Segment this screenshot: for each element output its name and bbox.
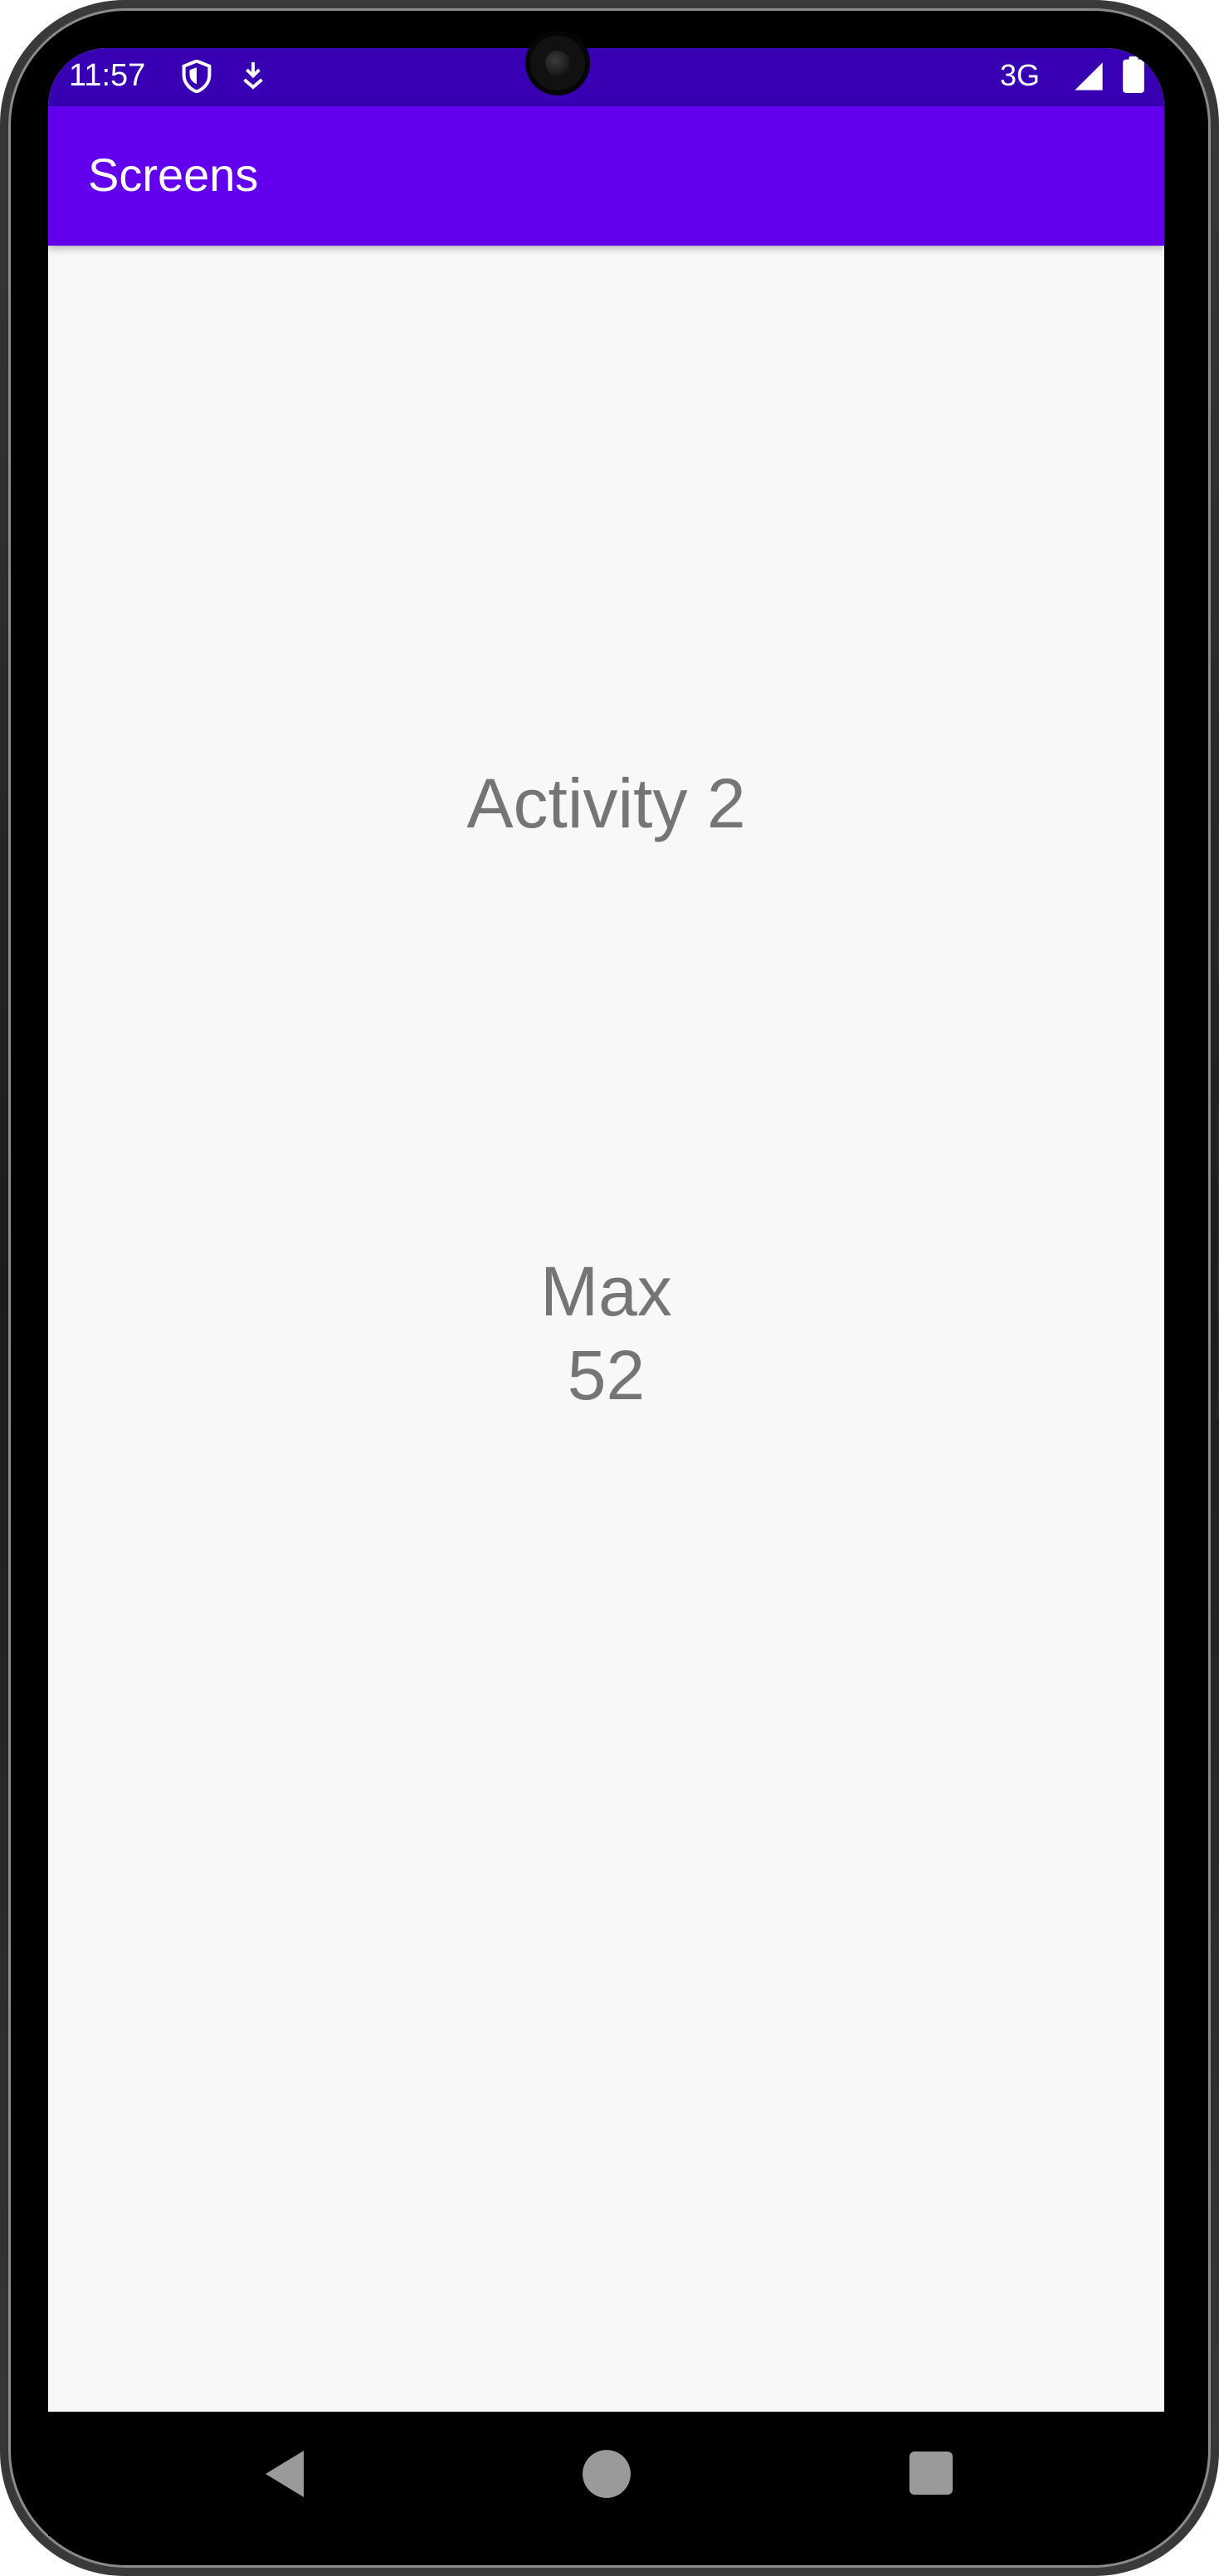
value-text: 52 xyxy=(567,1336,646,1414)
signal-icon xyxy=(1071,60,1106,97)
home-icon[interactable] xyxy=(581,2448,632,2504)
app-screen: 11:57 3G Screens Activity 2 Max 52 xyxy=(48,48,1164,2412)
navigation-bar xyxy=(48,2412,1164,2536)
network-type: 3G xyxy=(999,58,1040,92)
status-time: 11:57 xyxy=(69,58,146,93)
status-bar: 11:57 3G xyxy=(48,48,1164,106)
recents-icon[interactable] xyxy=(908,2450,954,2500)
app-title: Screens xyxy=(88,149,259,201)
front-camera xyxy=(525,31,590,95)
app-bar: Screens xyxy=(48,106,1164,246)
back-icon[interactable] xyxy=(261,2445,310,2507)
name-text: Max xyxy=(540,1252,672,1330)
activity-heading: Activity 2 xyxy=(466,764,746,842)
download-icon xyxy=(241,60,266,94)
battery-icon xyxy=(1123,56,1144,97)
shield-icon xyxy=(181,59,212,97)
